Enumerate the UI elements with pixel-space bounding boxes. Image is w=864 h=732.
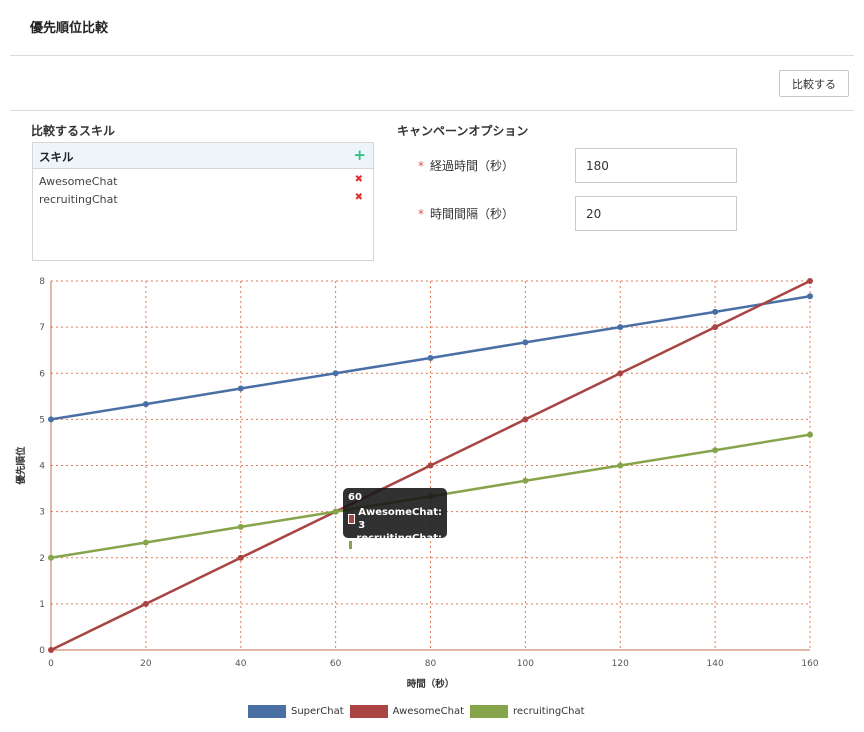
tooltip-row-label: AwesomeChat: 3 [358, 507, 442, 531]
y-tick-label: 5 [39, 415, 45, 425]
list-item: recruitingChat ✖ [33, 190, 373, 208]
legend-swatch [349, 705, 388, 718]
legend-label: AwesomeChat [392, 706, 465, 717]
priority-line-chart: 0 20 40 60 80 100 120 140 160 0 1 2 3 4 5 6 7 8 時間（秒） 優先順位 [15, 277, 819, 690]
data-point [807, 431, 813, 438]
skill-name: AwesomeChat [39, 175, 118, 188]
x-tick-label: 40 [235, 659, 247, 669]
data-point [237, 523, 244, 530]
data-point [522, 477, 529, 484]
x-tick-label: 120 [612, 659, 629, 669]
y-tick-label: 3 [39, 508, 45, 518]
data-point [142, 401, 149, 408]
compare-button[interactable]: 比較する [779, 70, 849, 97]
required-mark: * [418, 207, 424, 221]
data-point [807, 293, 813, 300]
page-title: 優先順位比較 [30, 21, 109, 36]
y-tick-label: 0 [39, 646, 45, 656]
data-point [142, 539, 149, 546]
campaign-section-label: キャンペーンオプション [397, 124, 529, 138]
skills-list-box: スキル + AwesomeChat ✖ recruitingChat ✖ [32, 142, 374, 261]
data-point [237, 554, 244, 561]
chart-legend: SuperChat AwesomeChat recruitingChat [248, 705, 591, 718]
interval-label: 時間間隔（秒） [430, 207, 515, 221]
tooltip-row-label: recruitingChat: 3 [356, 533, 442, 557]
data-point [522, 416, 529, 423]
elapsed-time-row: * 経過時間（秒） [418, 157, 514, 174]
close-icon[interactable]: ✖ [355, 174, 363, 185]
data-point [617, 324, 624, 331]
close-icon[interactable]: ✖ [355, 192, 363, 203]
data-point [48, 416, 54, 423]
data-point [332, 370, 339, 377]
legend-swatch [248, 705, 286, 718]
tooltip-row: AwesomeChat: 3 [348, 506, 442, 532]
legend-label: SuperChat [291, 706, 344, 717]
tooltip-row: recruitingChat: 3 [348, 532, 442, 558]
y-tick-label: 2 [39, 554, 45, 564]
y-tick-label: 7 [39, 323, 45, 333]
y-axis-title: 優先順位 [15, 446, 27, 486]
legend-swatch [470, 705, 509, 718]
data-point [617, 370, 624, 377]
interval-row: * 時間間隔（秒） [418, 205, 514, 222]
x-tick-label: 160 [801, 659, 818, 669]
required-mark: * [418, 159, 424, 173]
skills-section-label: 比較するスキル [31, 124, 116, 138]
y-tick-label: 4 [39, 462, 45, 472]
data-point [48, 554, 54, 561]
y-tick-label: 6 [39, 369, 45, 379]
data-point [522, 339, 529, 346]
divider [10, 55, 854, 56]
tooltip-swatch [348, 514, 356, 524]
data-point [332, 508, 339, 515]
data-point [712, 447, 719, 454]
data-point [712, 308, 719, 315]
chart-labels: 0 20 40 60 80 100 120 140 160 0 1 2 3 4 5 6 7 8 時間（秒） 優先順位 [15, 277, 819, 690]
data-point [48, 647, 54, 653]
tooltip-swatch [348, 540, 354, 550]
legend-label: recruitingChat [513, 706, 585, 717]
legend-item[interactable]: SuperChat [248, 705, 344, 718]
data-point [427, 355, 434, 362]
x-axis-title: 時間（秒） [407, 678, 455, 690]
skills-list-header: スキル + [33, 143, 373, 169]
data-point [237, 385, 244, 392]
x-tick-label: 60 [330, 659, 342, 669]
data-point [617, 462, 624, 469]
data-point [712, 324, 719, 331]
plus-icon[interactable]: + [353, 146, 366, 164]
legend-item[interactable]: AwesomeChat [349, 705, 465, 718]
elapsed-time-input[interactable] [575, 148, 737, 183]
divider [10, 110, 854, 111]
x-tick-label: 140 [707, 659, 724, 669]
skills-list: AwesomeChat ✖ recruitingChat ✖ [33, 169, 373, 208]
chart-tooltip: 60 AwesomeChat: 3 recruitingChat: 3 [343, 488, 447, 557]
y-tick-label: 1 [39, 600, 45, 610]
data-point [427, 462, 434, 469]
interval-input[interactable] [575, 196, 737, 231]
legend-item[interactable]: recruitingChat [470, 705, 585, 718]
list-item: AwesomeChat ✖ [33, 172, 373, 190]
x-tick-label: 0 [48, 659, 54, 669]
elapsed-time-label: 経過時間（秒） [430, 159, 515, 173]
skills-header-label: スキル [39, 150, 74, 164]
x-tick-label: 80 [425, 659, 437, 669]
x-tick-label: 20 [140, 659, 152, 669]
x-tick-label: 100 [517, 659, 534, 669]
data-point [807, 278, 813, 284]
data-point [142, 600, 149, 607]
tooltip-title: 60 [348, 492, 362, 503]
y-tick-label: 8 [39, 277, 45, 287]
skill-name: recruitingChat [39, 193, 118, 206]
